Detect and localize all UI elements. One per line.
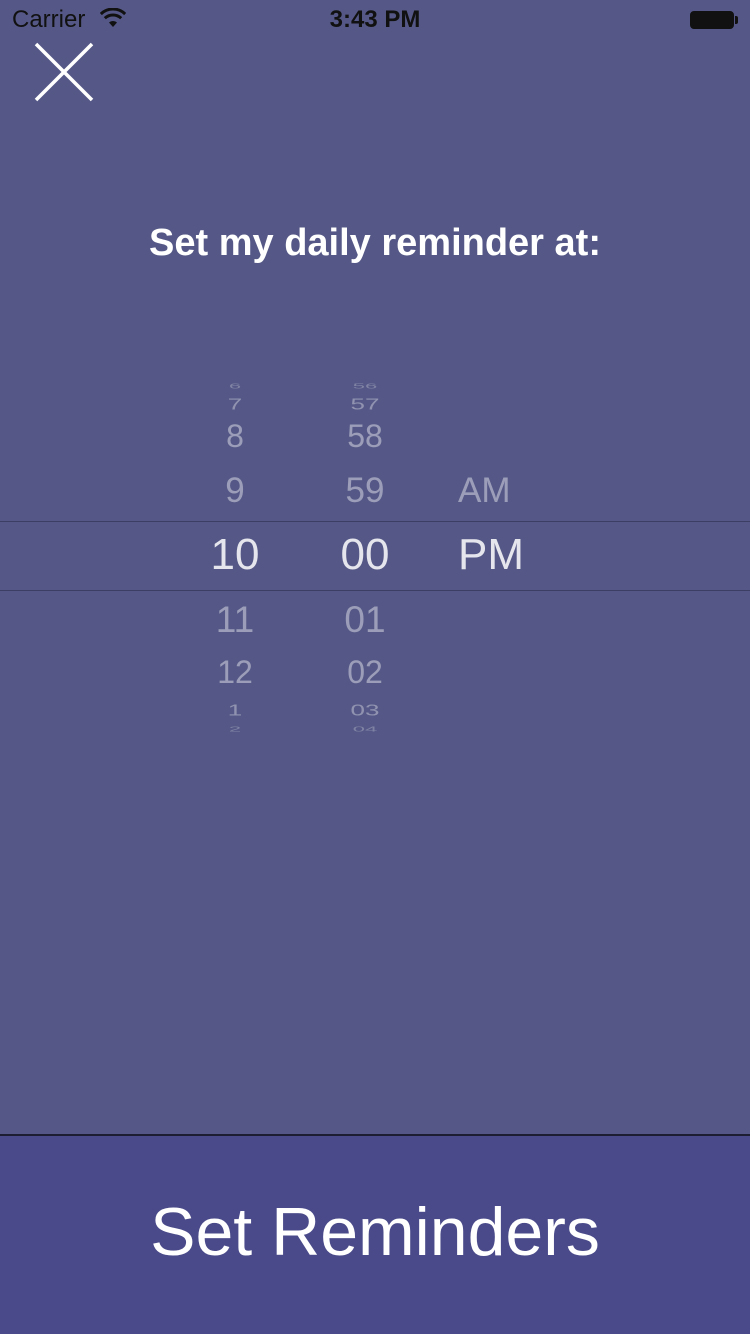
hour-option[interactable]: 2 [170,725,300,733]
set-reminders-button[interactable]: Set Reminders [0,1134,750,1334]
close-button[interactable] [30,40,98,106]
minute-option[interactable]: 58 [305,420,425,452]
minute-wheel[interactable]: 56 57 58 59 00 01 02 03 04 [305,375,425,735]
hour-option[interactable]: 6 [170,382,300,390]
hour-option[interactable]: 8 [170,420,300,452]
battery-cap [735,16,738,24]
hour-option[interactable]: 9 [170,473,300,508]
page-title: Set my daily reminder at: [149,222,601,264]
status-time: 3:43 PM [329,6,421,33]
minute-option[interactable]: 04 [305,725,425,733]
ampm-wheel[interactable]: AM PM [440,375,550,735]
hour-wheel[interactable]: 6 7 8 9 10 11 12 1 2 [170,375,300,735]
minute-option[interactable]: 03 [305,702,425,718]
ampm-selected[interactable]: PM [458,533,568,577]
minute-option[interactable]: 57 [305,396,425,412]
hour-option[interactable]: 11 [170,601,300,638]
hour-option[interactable]: 7 [170,396,300,412]
status-bar: Carrier 3:43 PM [0,0,750,40]
hour-selected[interactable]: 10 [170,533,300,577]
minute-selected[interactable]: 00 [305,533,425,577]
hour-option[interactable]: 1 [170,702,300,718]
close-icon [34,42,94,102]
minute-option[interactable]: 59 [305,473,425,508]
hour-option[interactable]: 12 [170,656,300,688]
minute-option[interactable]: 01 [305,601,425,638]
minute-option[interactable]: 02 [305,656,425,688]
battery-icon [690,11,734,29]
ampm-option[interactable]: AM [458,473,568,508]
time-picker[interactable]: 6 7 8 9 10 11 12 1 2 56 57 58 59 00 01 0… [0,375,750,735]
minute-option[interactable]: 56 [305,382,425,390]
set-reminders-label: Set Reminders [150,1194,600,1270]
